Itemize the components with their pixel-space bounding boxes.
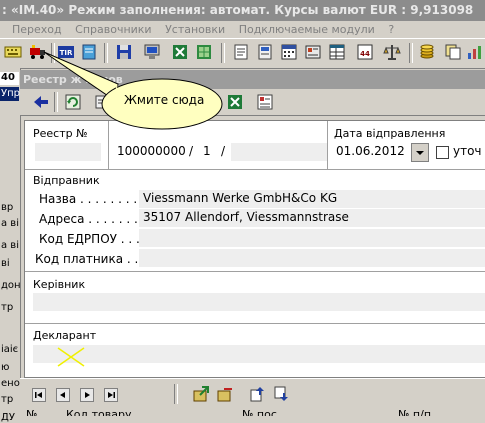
sender-address-field[interactable]: 35107 Allendorf, Viessmannstrase [139,209,485,227]
sender-name-label: Назва . . . . . . . . . [39,192,145,206]
spreadsheet-icon[interactable] [195,43,213,61]
menu-item-settings[interactable]: Установки [165,21,225,38]
registry-window-title-bar: Реестр ж ионов [20,70,485,89]
items-grid-header: № Код товару № пос № п/п [20,408,485,416]
chart-icon[interactable] [466,43,484,61]
next-record-button[interactable] [80,388,94,402]
prev-icon [60,392,65,398]
keyboard-icon[interactable] [4,43,22,61]
grid-column-product-code[interactable]: Код товару [66,408,132,416]
svg-text:44: 44 [360,50,370,58]
departure-date-field[interactable]: 01.06.2012 [336,144,405,158]
coins-icon[interactable] [418,43,436,61]
left-panel-text: ено [1,378,20,389]
registry-number-field[interactable] [35,143,101,161]
left-panel-text: дон [1,280,21,291]
back-arrow-icon[interactable] [32,93,50,111]
sender-section-title: Відправник [33,174,100,187]
computer-icon[interactable] [143,43,161,61]
menu-item-plugins[interactable]: Подключаемые модули [239,21,375,38]
registry-form: Реестр № 100000000 / 1 / Дата відправлен… [24,120,485,378]
tir-icon[interactable]: TIR [57,43,75,61]
sender-edrpou-label: Код ЕДРПОУ . . . [39,232,140,246]
menu-item-help[interactable]: ? [388,21,394,38]
clarify-label: уточ [453,144,482,158]
truck-icon[interactable] [29,43,47,61]
sender-name-field[interactable]: Viessmann Werke GmbH&Co KG [139,190,485,208]
left-panel-text[interactable]: Упр [1,88,20,99]
sender-edrpou-field[interactable] [139,229,485,247]
left-panel-text: 40 [1,72,15,83]
sender-payer-code-field[interactable] [139,249,485,267]
number-separator: / [189,144,194,158]
add-item-icon[interactable] [192,385,210,403]
sender-name-value: Viessmann Werke GmbH&Co KG [143,191,338,205]
document-icon[interactable] [232,43,250,61]
save-icon[interactable] [115,43,133,61]
number-separator: / [221,144,226,158]
sender-payer-code-label: Код платника . . . [35,252,146,266]
grid-column-position[interactable]: № пос [242,408,277,416]
declaration-number-suffix-field[interactable] [231,143,327,161]
next-icon [85,392,90,398]
refresh-icon[interactable] [64,93,82,111]
left-panel-text: ю [1,362,10,373]
card-icon[interactable] [304,43,322,61]
window-title: : «IM.40» Режим заполнения: автомат. Кур… [2,3,474,17]
manager-section-title: Керівник [33,278,86,291]
items-toolbar [20,378,485,409]
grid-column-number[interactable]: № [26,408,37,416]
calendar-icon[interactable] [280,43,298,61]
grid-icon[interactable] [256,93,274,111]
left-panel-text: вр [1,202,14,213]
left-panel-text: іаіє [1,344,19,355]
main-toolbar: TIR 44 [0,38,485,69]
menu-item-references[interactable]: Справочники [75,21,151,38]
window-title-bar: : «IM.40» Режим заполнения: автомат. Кур… [0,0,485,21]
prev-record-button[interactable] [56,388,70,402]
scales-icon[interactable] [383,43,401,61]
left-panel: 40 Упр вр а ві а ві ві дон тр іаіє ю ено… [0,68,21,423]
sender-address-value: 35107 Allendorf, Viessmannstrase [143,210,349,224]
menu-item-goto[interactable]: Переход [12,21,62,38]
move-up-icon[interactable] [248,385,266,403]
tooltip-text: Жмите сюда [124,93,205,107]
declaration-number[interactable]: 100000000 [117,144,186,158]
last-icon [108,392,115,398]
copy-icon[interactable] [444,43,462,61]
excel-export-icon[interactable] [226,93,244,111]
last-record-button[interactable] [104,388,118,402]
registry-window-title: Реестр ж ионов [23,73,123,86]
left-panel-text: тр [1,394,14,405]
departure-date-label: Дата відправлення [334,127,446,140]
excel-icon[interactable] [171,43,189,61]
grid-column-item-number[interactable]: № п/п [398,408,431,416]
move-down-icon[interactable] [272,385,290,403]
first-record-button[interactable] [32,388,46,402]
left-panel-text: ві [1,258,10,269]
remove-item-icon[interactable] [216,385,234,403]
clarify-checkbox[interactable] [436,146,449,159]
form-44-icon[interactable]: 44 [356,43,374,61]
printer-icon[interactable] [256,43,274,61]
table-icon[interactable] [328,43,346,61]
date-dropdown-button[interactable] [411,143,429,162]
svg-text:TIR: TIR [60,49,73,57]
notebook-icon[interactable] [80,43,98,61]
registry-toolbar [20,89,485,116]
left-panel-text: тр [1,302,14,313]
sender-address-label: Адреса . . . . . . . . [39,212,146,226]
registry-number-label: Реестр № [33,127,88,140]
first-icon [35,392,42,398]
edit-icon[interactable] [94,93,112,111]
left-panel-text: а ві [1,218,19,229]
declaration-number-part[interactable]: 1 [203,144,211,158]
left-panel-text: а ві [1,240,19,251]
chevron-down-icon [416,151,424,155]
left-panel-text: ДУ [1,412,15,423]
declarant-field[interactable] [33,345,485,363]
manager-field[interactable] [33,293,485,311]
declarant-section-title: Декларант [33,329,97,342]
menu-bar: Переход Справочники Установки Подключаем… [0,21,485,38]
